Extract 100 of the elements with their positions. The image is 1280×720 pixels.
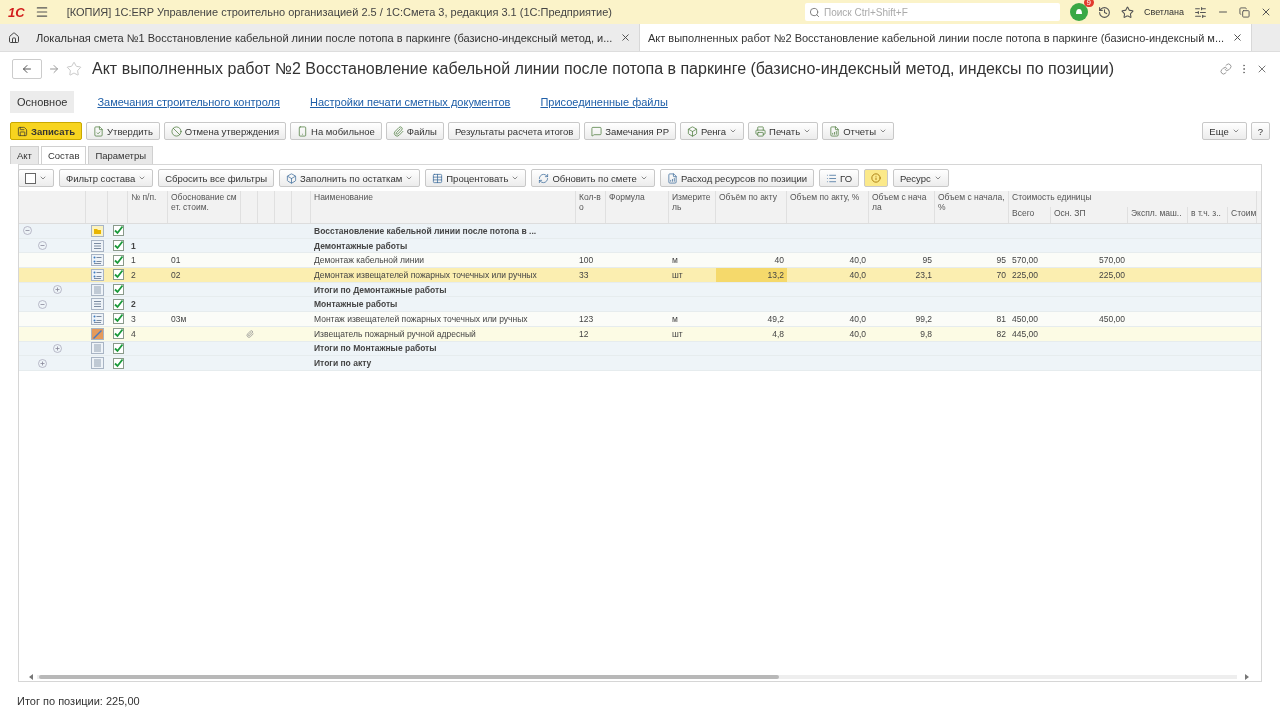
paperclip-icon <box>392 125 404 137</box>
column-header[interactable]: Объем по акту, % <box>787 191 869 223</box>
toolbar-button[interactable]: Результаты расчета итогов <box>447 122 581 140</box>
toolbar-button[interactable]: Печать <box>748 122 819 140</box>
tab[interactable]: Состав <box>40 146 87 164</box>
notification-button[interactable] <box>1069 3 1088 21</box>
close-icon[interactable] <box>620 32 631 43</box>
column-header[interactable]: Обоснование смет. стоим. <box>168 191 241 223</box>
paperclip-icon[interactable] <box>245 329 254 338</box>
close-icon[interactable] <box>1232 32 1243 43</box>
toolbar-button[interactable]: Утвердить <box>86 122 160 140</box>
material-icon <box>90 327 104 340</box>
column-group-header: Стоимость единицы <box>1009 191 1257 207</box>
collapse-icon[interactable] <box>23 226 32 236</box>
column-header[interactable]: Объём по акту <box>716 191 787 223</box>
column-header[interactable]: Наименование <box>311 191 576 223</box>
toolbar-button[interactable]: На мобильное <box>290 122 382 140</box>
section-link[interactable]: Настройки печати сметных документов <box>303 91 518 113</box>
link-icon[interactable] <box>1220 63 1232 75</box>
checkbox[interactable] <box>112 225 124 237</box>
tab[interactable]: Параметры <box>88 146 154 164</box>
checkbox[interactable] <box>112 284 124 296</box>
checkbox[interactable] <box>112 254 124 266</box>
column-header[interactable]: Осн. ЗП <box>1051 207 1128 223</box>
table-cell-text: 2 <box>130 298 137 312</box>
back-button[interactable] <box>12 59 42 79</box>
bell-icon <box>1073 7 1084 17</box>
toolbar-button[interactable]: Записать <box>10 122 82 140</box>
app-logo[interactable]: 1С <box>8 4 25 20</box>
home-icon <box>8 31 20 44</box>
info-button[interactable] <box>864 169 889 187</box>
toolbar-button[interactable]: Сбросить все фильтры <box>158 169 275 187</box>
column-header[interactable]: Формула <box>606 191 669 223</box>
table-cell-text: 1 <box>130 239 137 253</box>
toolbar-button[interactable]: Ресурс <box>893 169 949 187</box>
star-icon[interactable] <box>66 61 82 77</box>
checkbox[interactable] <box>112 240 124 252</box>
table-row[interactable]: 2 02 Демонтаж извещателей пожарных точечных или ручных 33 шт 13,2 40,0 23,1 70 225,00 225,00 <box>19 268 1261 283</box>
toolbar-button[interactable]: Заполнить по остаткам <box>279 169 421 187</box>
horizontal-scrollbar[interactable] <box>29 673 1249 681</box>
toolbar-button[interactable]: Обновить по смете <box>531 169 655 187</box>
checkbox[interactable] <box>112 298 124 310</box>
collapse-icon[interactable] <box>38 299 47 309</box>
toolbar-button[interactable]: Отмена утверждения <box>163 122 287 140</box>
tab[interactable]: Акт <box>10 146 39 164</box>
history-icon[interactable] <box>1097 5 1111 19</box>
table-cell-text: 225,00 <box>1011 268 1039 282</box>
column-header[interactable]: Стоим <box>1228 207 1257 223</box>
toolbar-button[interactable]: Фильтр состава <box>59 169 154 187</box>
settings-icon[interactable] <box>1194 5 1207 19</box>
table-cell-text: 9,8 <box>919 327 933 341</box>
user-name[interactable]: Светлана <box>1143 7 1184 17</box>
close-icon[interactable] <box>1260 6 1272 18</box>
column-header[interactable]: Всего <box>1009 207 1051 223</box>
section-link[interactable]: Присоединенные файлы <box>533 91 675 113</box>
table-cell-text: 40,0 <box>848 268 867 282</box>
toolbar-button[interactable]: ГО <box>819 169 860 187</box>
table-cell-text: 450,00 <box>1098 312 1126 326</box>
table-row[interactable]: 2 Монтажные работы <box>19 297 1261 313</box>
column-header[interactable]: Объем с начала, % <box>935 191 1009 223</box>
checkbox[interactable] <box>112 342 124 354</box>
toolbar-button[interactable]: Расход ресурсов по позиции <box>659 169 814 187</box>
toolbar-button[interactable]: Ренга <box>680 122 745 140</box>
section-link[interactable]: Основное <box>10 91 75 113</box>
collapse-icon[interactable] <box>38 241 47 251</box>
checkbox[interactable] <box>112 269 124 281</box>
expand-icon[interactable] <box>53 343 62 353</box>
table-cell-text: Демонтажные работы <box>313 239 409 253</box>
column-header[interactable]: Объем с начала <box>869 191 935 223</box>
checkbox[interactable] <box>112 357 124 369</box>
table-row[interactable]: 3 03м Монтаж извещателей пожарных точечных или ручных 123 м 49,2 40,0 99,2 81 450,00 450,00 <box>19 312 1261 327</box>
table-row[interactable]: 1 01 Демонтаж кабельной линии 100 м 40 40,0 95 95 570,00 570,00 <box>19 253 1261 269</box>
toolbar-button[interactable]: Процентовать <box>425 169 527 187</box>
column-header[interactable]: в т.ч. з.. <box>1188 207 1228 223</box>
table-cell-text: 12 <box>578 327 590 341</box>
toolbar-button[interactable]: ? <box>1250 122 1270 140</box>
expand-icon[interactable] <box>53 285 62 295</box>
table-row[interactable]: Восстановление кабельной линии после потопа в ... <box>19 224 1261 239</box>
tab-label: Локальная смета №1 Восстановление кабельной линии после потопа в паркинге (базисно-индексный метод, и... <box>36 31 613 44</box>
toolbar-button[interactable]: Еще <box>1202 122 1247 140</box>
toolbar-button[interactable]: Замечания РР <box>584 122 677 140</box>
expand-icon[interactable] <box>38 358 47 368</box>
checkbox[interactable] <box>112 328 124 340</box>
close-icon[interactable] <box>1256 63 1268 75</box>
column-header[interactable]: Измеритель <box>669 191 716 223</box>
column-header[interactable]: Экспл. маш.. <box>1128 207 1188 223</box>
column-header[interactable]: № п/п. <box>128 191 168 223</box>
toolbar-button[interactable]: Отчеты <box>822 122 894 140</box>
table-cell-text: м <box>671 254 679 268</box>
section-link[interactable]: Замечания строительного контроля <box>90 91 287 113</box>
document-tab[interactable]: Акт выполненных работ №2 Восстановление кабельной линии после потопа в паркинге (базисно-индексный м... <box>640 24 1252 51</box>
column-header[interactable]: Кол-во <box>576 191 606 223</box>
menu-icon[interactable] <box>34 5 49 19</box>
select-all-button[interactable] <box>18 169 54 187</box>
star-icon[interactable] <box>1120 5 1134 19</box>
checkbox[interactable] <box>112 313 124 325</box>
table-cell-text: 40,0 <box>848 327 867 341</box>
table-row[interactable]: Итоги по акту <box>19 356 1261 371</box>
restore-icon[interactable] <box>1239 6 1250 18</box>
toolbar-button[interactable]: Файлы <box>385 122 444 140</box>
